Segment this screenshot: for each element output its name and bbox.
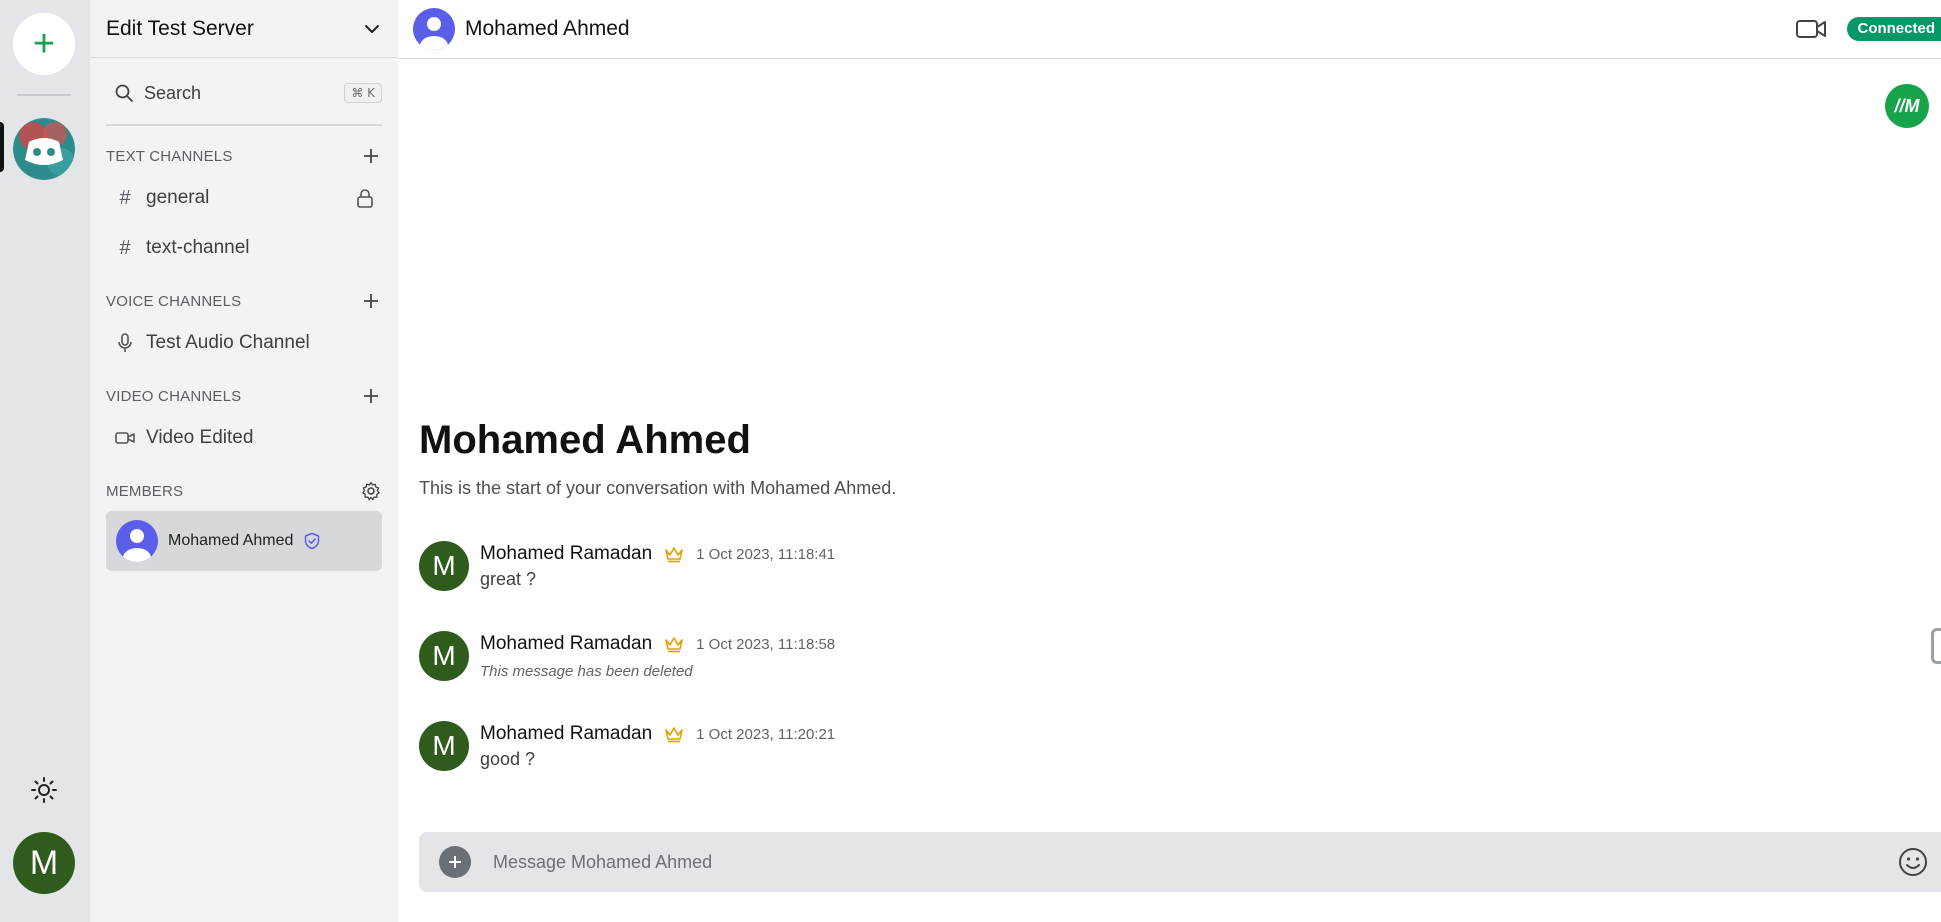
attach-file-button[interactable]	[439, 846, 471, 878]
crown-icon	[665, 727, 683, 743]
add-server-button[interactable]: +	[13, 13, 75, 75]
section-title: VIDEO CHANNELS	[106, 387, 242, 405]
emoji-icon[interactable]	[1897, 846, 1929, 878]
conversation-avatar	[413, 8, 455, 50]
server-menu-button[interactable]: Edit Test Server	[90, 0, 398, 58]
message-author[interactable]: Mohamed Ramadan	[480, 633, 652, 655]
plus-icon	[364, 389, 378, 403]
floating-app-button[interactable]: //M	[1885, 84, 1929, 128]
message-item[interactable]: M Mohamed Ramadan 1 Oct 2023, 11:18:58 T…	[419, 631, 1319, 691]
message-timestamp: 1 Oct 2023, 11:18:58	[696, 635, 836, 653]
video-icon	[114, 431, 136, 445]
message-author[interactable]: Mohamed Ramadan	[480, 723, 652, 745]
message-header: Mohamed Ramadan 1 Oct 2023, 11:20:21	[480, 721, 835, 747]
message-header: Mohamed Ramadan 1 Oct 2023, 11:18:58	[480, 631, 835, 657]
side-panel-handle[interactable]	[1931, 628, 1941, 664]
floating-app-label: //M	[1894, 95, 1920, 116]
channel-sidebar: Edit Test Server Search ⌘ K TEXT CHANNEL…	[90, 0, 398, 922]
conversation-title: Mohamed Ahmed	[465, 17, 630, 40]
plus-icon	[364, 149, 378, 163]
plus-icon: +	[32, 23, 56, 65]
channel-general[interactable]: # general	[106, 177, 382, 219]
message-avatar[interactable]: M	[419, 631, 469, 681]
message-avatar[interactable]: M	[419, 721, 469, 771]
user-silhouette-icon	[420, 17, 448, 50]
section-title: VOICE CHANNELS	[106, 292, 242, 310]
hash-icon: #	[119, 236, 131, 259]
video-call-icon[interactable]	[1795, 17, 1827, 41]
mic-icon	[114, 333, 136, 353]
lock-icon	[357, 189, 373, 208]
member-name: Mohamed Ahmed	[168, 532, 294, 549]
channel-name: text-channel	[146, 237, 250, 258]
message-timestamp: 1 Oct 2023, 11:20:21	[696, 725, 836, 743]
search-icon	[115, 84, 133, 102]
search-button[interactable]: Search ⌘ K	[106, 78, 382, 108]
message-body: good ?	[480, 749, 536, 769]
crown-icon	[665, 547, 683, 563]
text-channels-header: TEXT CHANNELS	[106, 144, 382, 168]
add-voice-channel-button[interactable]	[360, 290, 382, 312]
message-avatar[interactable]: M	[419, 541, 469, 591]
message-composer	[419, 832, 1941, 892]
channel-name: general	[146, 187, 210, 208]
message-author[interactable]: Mohamed Ramadan	[480, 543, 652, 565]
voice-channels-header: VOICE CHANNELS	[106, 289, 382, 313]
connection-status-badge: Connected	[1847, 17, 1941, 41]
user-avatar[interactable]: M	[13, 832, 75, 894]
video-channels-header: VIDEO CHANNELS	[106, 384, 382, 408]
server-rail: + M	[0, 0, 90, 922]
rail-divider	[17, 94, 71, 96]
section-title: MEMBERS	[106, 482, 184, 500]
crown-icon	[665, 637, 683, 653]
conversation-pane: Mohamed Ahmed Connected //M Mohamed Ahme…	[398, 0, 1941, 922]
server-icon[interactable]	[13, 118, 75, 180]
search-label: Search	[144, 82, 202, 103]
message-body: great ?	[480, 569, 537, 589]
app-window: + M Edit Test Server Search ⌘ K TEXT CHA…	[0, 0, 1941, 922]
section-title: TEXT CHANNELS	[106, 147, 233, 165]
plus-icon	[364, 294, 378, 308]
shield-check-icon	[305, 532, 320, 550]
theme-toggle-button[interactable]	[30, 776, 58, 804]
manage-members-button[interactable]	[360, 480, 382, 502]
deleted-message-notice: This message has been deleted	[480, 663, 693, 680]
search-shortcut: ⌘ K	[344, 83, 382, 103]
members-header: MEMBERS	[106, 479, 382, 503]
discord-logo-icon	[13, 118, 75, 180]
member-item[interactable]: Mohamed Ahmed	[106, 511, 382, 571]
server-name: Edit Test Server	[106, 16, 254, 40]
conversation-header: Mohamed Ahmed Connected	[398, 0, 1941, 59]
welcome-subtitle: This is the start of your conversation w…	[419, 478, 897, 498]
user-silhouette-icon	[123, 529, 151, 562]
add-video-channel-button[interactable]	[360, 385, 382, 407]
hash-icon: #	[119, 186, 131, 209]
user-avatar-letter: M	[29, 843, 59, 882]
sidebar-divider	[106, 124, 382, 126]
channel-text-channel[interactable]: # text-channel	[106, 227, 382, 269]
gear-icon	[362, 481, 380, 501]
chevron-down-icon	[365, 24, 379, 33]
plus-icon	[449, 856, 461, 868]
channel-video-edited[interactable]: Video Edited	[106, 417, 382, 459]
sun-icon	[31, 777, 57, 803]
message-item[interactable]: M Mohamed Ramadan 1 Oct 2023, 11:18:41 g…	[419, 541, 1319, 601]
channel-test-audio[interactable]: Test Audio Channel	[106, 322, 382, 364]
channel-name: Test Audio Channel	[146, 332, 310, 353]
message-timestamp: 1 Oct 2023, 11:18:41	[696, 545, 836, 563]
active-server-indicator	[0, 122, 4, 172]
member-avatar	[116, 520, 158, 562]
channel-name: Video Edited	[146, 427, 254, 448]
message-header: Mohamed Ramadan 1 Oct 2023, 11:18:41	[480, 541, 835, 567]
message-input[interactable]	[491, 850, 1897, 874]
message-item[interactable]: M Mohamed Ramadan 1 Oct 2023, 11:20:21 g…	[419, 721, 1319, 781]
welcome-title: Mohamed Ahmed	[419, 418, 751, 462]
add-text-channel-button[interactable]	[360, 145, 382, 167]
